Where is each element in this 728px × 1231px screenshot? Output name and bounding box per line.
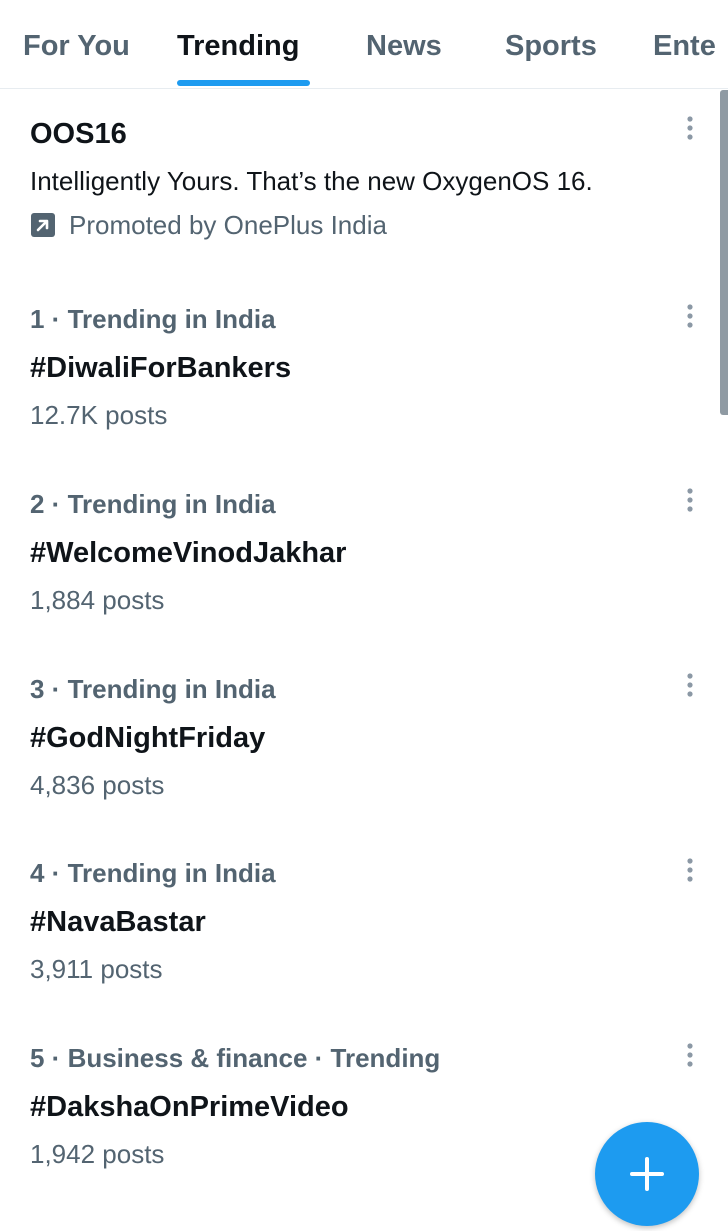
trend-headline: #DakshaOnPrimeVideo xyxy=(30,1091,349,1123)
promoted-by-line: Promoted by OnePlus India xyxy=(30,208,690,242)
promoted-text: Intelligently Yours. That’s the new Oxyg… xyxy=(30,166,593,196)
trend-post-count: 12.7K posts xyxy=(30,400,168,430)
plus-icon xyxy=(630,1157,664,1191)
trend-item[interactable]: 3 · Trending in India #GodNightFriday 4,… xyxy=(30,672,690,802)
promoted-trend[interactable]: OOS16 Intelligently Yours. That’s the ne… xyxy=(30,116,690,242)
tab-sports[interactable]: Sports xyxy=(505,26,597,66)
more-vertical-icon[interactable] xyxy=(680,1041,700,1071)
more-vertical-icon[interactable] xyxy=(680,486,700,516)
trend-meta: 5 · Business & finance · Trending xyxy=(30,1043,441,1073)
trend-post-count: 4,836 posts xyxy=(30,770,165,800)
more-vertical-icon[interactable] xyxy=(680,671,700,701)
trend-meta: 4 · Trending in India xyxy=(30,858,276,888)
scrollbar[interactable] xyxy=(720,90,728,415)
tab-news[interactable]: News xyxy=(366,26,442,66)
trend-item[interactable]: 2 · Trending in India #WelcomeVinodJakha… xyxy=(30,487,690,617)
tab-trending[interactable]: Trending xyxy=(177,26,299,66)
trend-item[interactable]: 5 · Business & finance · Trending #Daksh… xyxy=(30,1041,690,1171)
trend-headline: #GodNightFriday xyxy=(30,722,266,754)
trend-item[interactable]: 1 · Trending in India #DiwaliForBankers … xyxy=(30,302,690,432)
tab-for-you[interactable]: For You xyxy=(23,26,130,66)
trend-meta: 2 · Trending in India xyxy=(30,489,276,519)
trend-meta: 1 · Trending in India xyxy=(30,304,276,334)
active-tab-indicator xyxy=(177,80,310,86)
trend-item[interactable]: 4 · Trending in India #NavaBastar 3,911 … xyxy=(30,856,690,986)
promoted-by-label: Promoted by OnePlus India xyxy=(69,210,387,240)
more-vertical-icon[interactable] xyxy=(680,856,700,886)
top-tab-bar: For You Trending News Sports Ente xyxy=(0,0,728,89)
promoted-title: OOS16 xyxy=(30,118,127,150)
trend-headline: #NavaBastar xyxy=(30,906,206,938)
more-vertical-icon[interactable] xyxy=(680,302,700,332)
compose-button[interactable] xyxy=(595,1122,699,1226)
promoted-arrow-icon xyxy=(31,213,55,237)
more-vertical-icon[interactable] xyxy=(680,114,700,144)
trend-headline: #WelcomeVinodJakhar xyxy=(30,537,347,569)
trend-headline: #DiwaliForBankers xyxy=(30,352,292,384)
trend-post-count: 1,884 posts xyxy=(30,585,165,615)
trend-post-count: 1,942 posts xyxy=(30,1139,165,1169)
trend-post-count: 3,911 posts xyxy=(30,954,163,984)
tab-entertainment[interactable]: Ente xyxy=(653,26,716,66)
trend-meta: 3 · Trending in India xyxy=(30,674,276,704)
